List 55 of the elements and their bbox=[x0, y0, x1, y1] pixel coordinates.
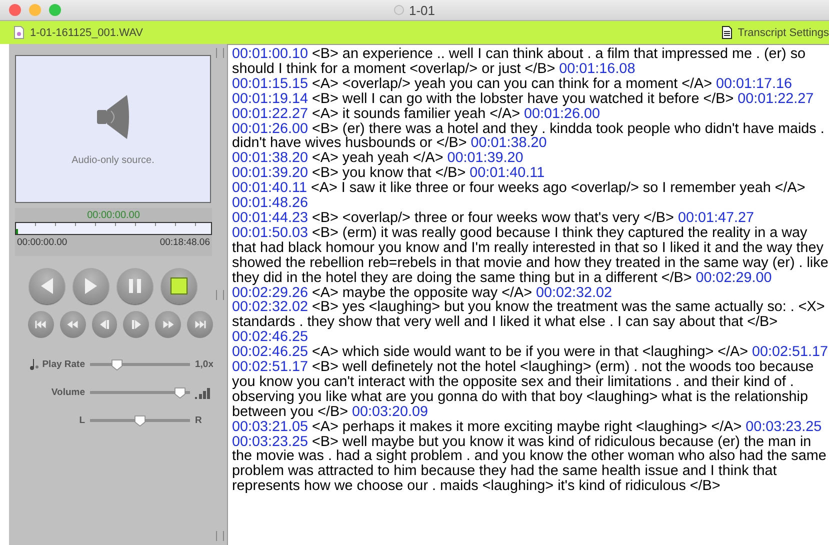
transcript-line: 00:02:46.25 <A> which side would want to be if you were in that <laughing> </A> 00:02:51.17 bbox=[232, 345, 829, 360]
first-button[interactable] bbox=[28, 311, 54, 338]
current-time: 00:00:00.00 bbox=[86, 210, 141, 221]
rewind-button[interactable] bbox=[60, 311, 86, 338]
zoom-button[interactable] bbox=[49, 4, 61, 16]
transcript-line: 00:01:39.20 <B> you know that </B> 00:01:40.11 bbox=[232, 166, 546, 182]
document-icon bbox=[722, 26, 732, 39]
rate-reading: 1,0x bbox=[195, 359, 214, 370]
play-button[interactable] bbox=[73, 268, 109, 304]
music-note-icon bbox=[30, 359, 40, 370]
slider-label: Play Rate bbox=[42, 359, 85, 370]
pause-button[interactable] bbox=[117, 268, 153, 304]
stop-button[interactable] bbox=[161, 268, 197, 304]
slider-label: L bbox=[79, 415, 85, 426]
slider-label: Volume bbox=[51, 387, 85, 398]
transcript-line: 00:01:15.15 <A> <overlap/> yeah you can you can think for a moment </A> 00:01:17.16 bbox=[232, 76, 794, 92]
transcript-line: 00:01:26.00 <B> (er) there was a hotel and they . kindda took people who didn't have maids . didn't have wives husbounds or </B> 00:01:38.20 bbox=[232, 122, 826, 152]
slider-thumb[interactable] bbox=[111, 358, 124, 370]
back-button[interactable] bbox=[29, 268, 65, 304]
step-back-button[interactable] bbox=[92, 311, 118, 338]
end-time: 00:18:48.06 bbox=[160, 237, 210, 248]
transcript-line: 00:01:19.14 <B> well I can go with the lobster have you watched it before </B> 00:01:22.27 bbox=[232, 92, 815, 107]
slider-thumb[interactable] bbox=[134, 414, 146, 426]
transcript-line: 00:01:40.11 <A> I saw it like three or four weeks ago <overlap/> so I remember yeah </A> 00:01:48.26 bbox=[232, 181, 806, 211]
slider-thumb[interactable] bbox=[174, 386, 186, 398]
transcript-line: 00:01:44.23 <B> <overlap/> three or four weeks wow that's very </B> 00:01:47.27 bbox=[232, 210, 755, 226]
timeline[interactable] bbox=[15, 222, 212, 235]
splitter-grip[interactable] bbox=[216, 48, 224, 58]
file-name: 1-01-161125_001.WAV bbox=[30, 26, 143, 38]
transcript-line: 00:02:29.26 <A> maybe the opposite way </A> 00:02:32.02 bbox=[232, 286, 614, 300]
splitter-grip[interactable] bbox=[216, 531, 224, 541]
transcript-line: 00:01:00.10 <B> an experience .. well I can think about . a film that impressed me . (er) so should I think for a moment <overlap/> or just </B> 00:01:16.08 bbox=[232, 47, 807, 77]
right-label: R bbox=[195, 415, 203, 426]
transcript-line: 00:03:23.25 <B> well maybe but you know it was kind of ridiculous because (er) the man in the movie was . had a sight problem . and you know the other woman who also had the same problem was attracted to him because they had the same health issue and I think that represents how we choose our . maids <laughing> it's kind of ridiculous </B> bbox=[232, 434, 828, 494]
close-button[interactable] bbox=[9, 4, 21, 16]
window-title: 1-01 bbox=[408, 2, 436, 18]
step-forward-button[interactable] bbox=[123, 311, 150, 338]
source-label: Audio-only source. bbox=[72, 154, 154, 166]
splitter-grip[interactable] bbox=[216, 290, 224, 300]
transcript-line: 00:03:21.05 <A> perhaps it makes it more exciting maybe right <laughing> </A> 00:03:23.25 bbox=[232, 420, 823, 435]
fast-forward-button[interactable] bbox=[155, 311, 182, 338]
start-time: 00:00:00.00 bbox=[17, 237, 68, 248]
audio-file-icon bbox=[14, 26, 24, 39]
transcript-line: 00:01:38.20 <A> yeah yeah </A> 00:01:39.20 bbox=[232, 151, 524, 166]
transcript-settings-button[interactable]: Transcript Settings bbox=[722, 26, 829, 39]
transcript-line: 00:02:51.17 <B> well definetely not the hotel <laughing> (erm) . not the woods too because you know you can't interact with the opposite sex and their limitations . and their kind of . observing you like what are you gonna do with that boy <laughing> what is the relationship between you </B> 00:03:20.09 bbox=[232, 360, 815, 420]
stop-icon bbox=[169, 276, 189, 296]
transcript-line: 00:02:32.02 <B> yes <laughing> but you know the treatment was the same actually so: . <X> standards . they show that very well and I liked it what else . I can say about that </B> 00:02:46.25 bbox=[232, 300, 826, 346]
volume-bars-icon bbox=[195, 386, 213, 398]
transcript-line: 00:01:22.27 <A> it sounds familier yeah </A> 00:01:26.00 bbox=[232, 106, 602, 122]
last-button[interactable] bbox=[187, 311, 213, 338]
speaker-icon bbox=[97, 92, 129, 140]
document-icon bbox=[394, 5, 404, 15]
transcript-line: 00:01:50.03 <B> (erm) it was really good because I think they captured the reality in a way that had black homour you know and I'm really interested in that so I liked it and the way they showed the rebellion reb=rebels in that movie and how they treated in the same way (er) . like they did in the hotel they are doing the same thing but in a different </B> 00:02:29.00 bbox=[232, 226, 829, 286]
transcript-editor[interactable] bbox=[227, 44, 829, 545]
